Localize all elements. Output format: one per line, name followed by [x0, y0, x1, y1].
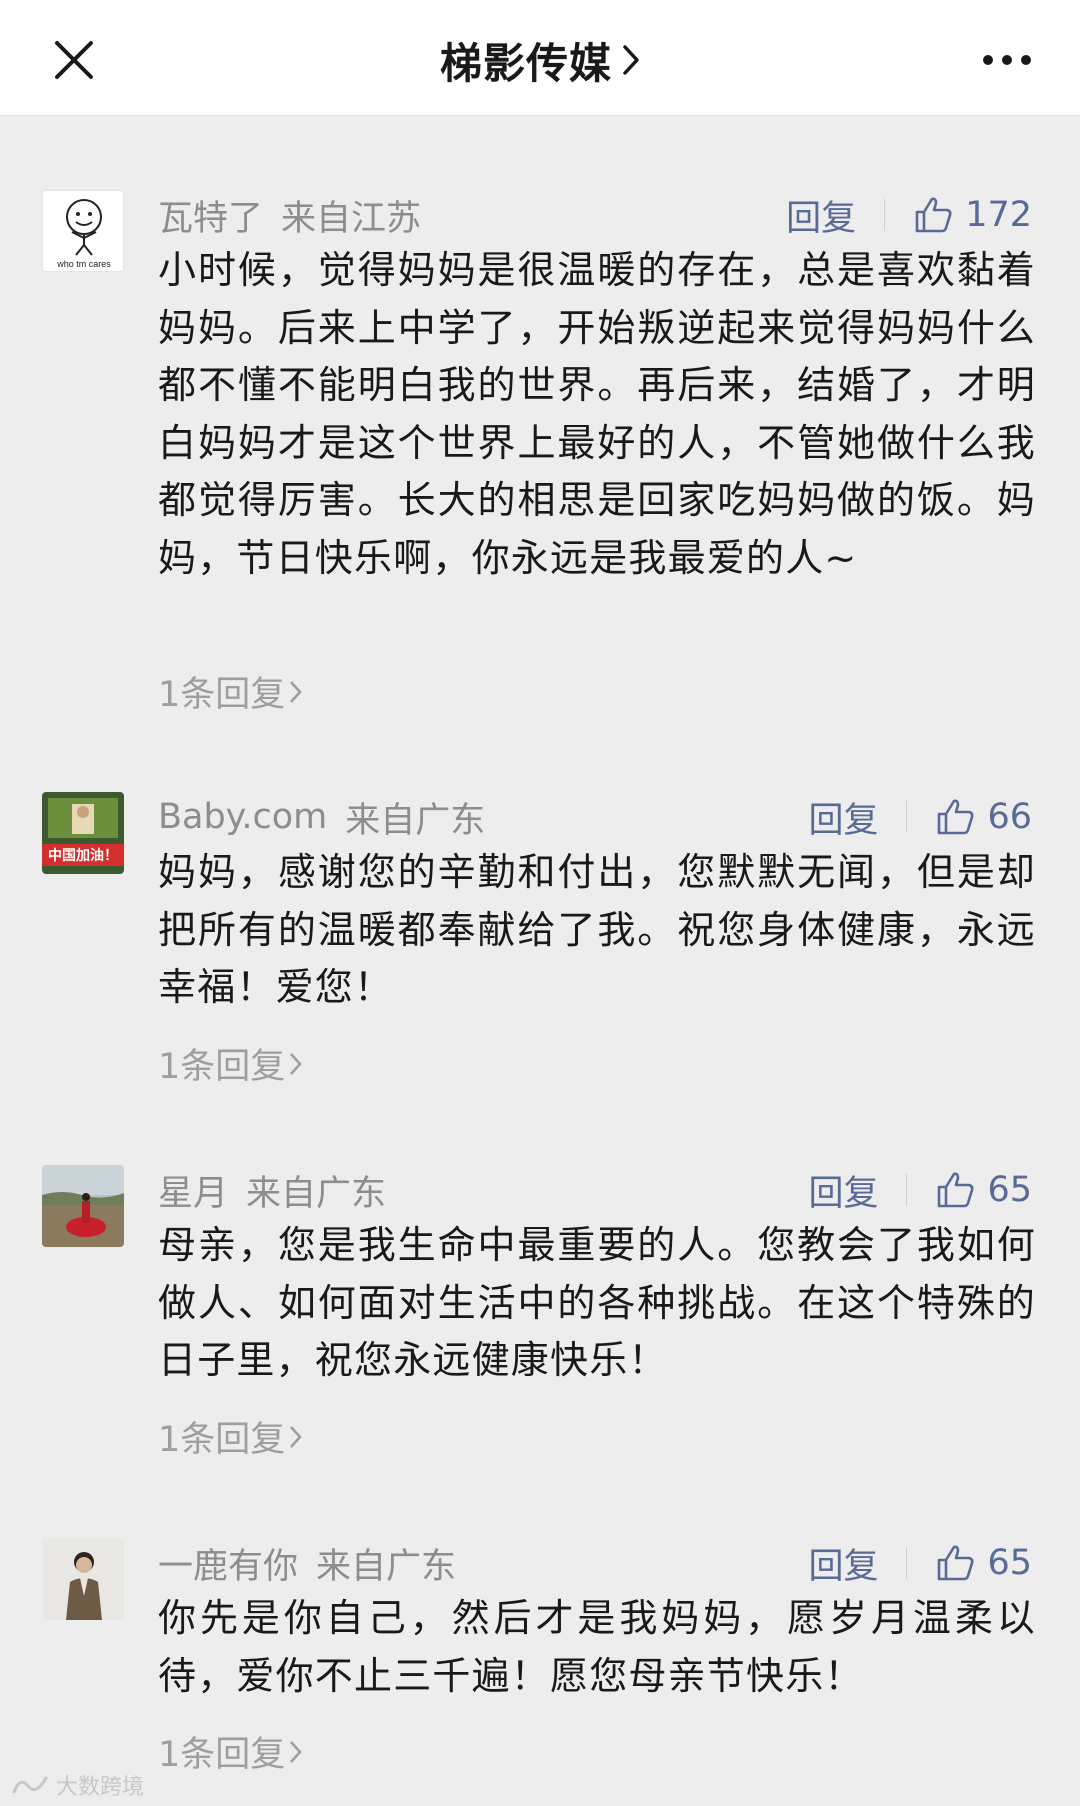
- avatar-caption: 中国加油！: [48, 847, 118, 864]
- divider: [906, 1174, 908, 1206]
- sub-replies-label: 1条回复: [158, 1047, 286, 1087]
- comment-text: 你先是你自己，然后才是我妈妈，愿岁月温柔以待，爱你不止三千遍！愿您母亲节快乐！: [158, 1596, 1036, 1698]
- more-button[interactable]: [972, 30, 1042, 90]
- chevron-right-icon: [623, 45, 639, 75]
- watermark: 大数跨境: [10, 1770, 144, 1800]
- comment-text: 妈妈，感谢您的辛勤和付出，您默默无闻，但是却把所有的温暖都奉献给了我。祝您身体健…: [158, 850, 1036, 1009]
- username[interactable]: 星月: [158, 1165, 228, 1216]
- sub-replies-link[interactable]: 1条回复: [158, 666, 303, 717]
- sub-replies-label: 1条回复: [158, 675, 286, 715]
- thumbs-up-icon: [915, 197, 952, 233]
- chevron-right-icon: [290, 680, 302, 703]
- avatar[interactable]: [42, 1538, 124, 1620]
- comment-meta: 一鹿有你 来自广东: [158, 1538, 456, 1588]
- comment-actions: 回复 172: [786, 190, 1032, 240]
- more-icon: [983, 55, 1031, 65]
- like-button[interactable]: 172: [913, 195, 1032, 235]
- avatar[interactable]: [42, 1165, 124, 1247]
- like-button[interactable]: 65: [935, 1170, 1032, 1210]
- thumbs-up-icon: [938, 799, 974, 835]
- reply-button[interactable]: 回复: [808, 1165, 878, 1216]
- chevron-right-icon: [290, 1052, 302, 1075]
- avatar[interactable]: 中国加油！: [42, 792, 124, 874]
- avatar-caption: who tm cares: [56, 259, 111, 269]
- username[interactable]: Baby.com: [158, 797, 327, 837]
- thumbs-up-icon: [938, 1545, 974, 1581]
- sub-replies-link[interactable]: 1条回复: [158, 1038, 303, 1089]
- divider: [906, 801, 908, 833]
- username[interactable]: 瓦特了: [158, 190, 263, 241]
- like-count: 65: [987, 1170, 1032, 1210]
- comment-actions: 回复 65: [808, 1165, 1032, 1215]
- reply-button[interactable]: 回复: [808, 792, 878, 843]
- sub-replies-label: 1条回复: [158, 1735, 286, 1775]
- sub-replies-label: 1条回复: [158, 1420, 286, 1460]
- location: 来自广东: [246, 1173, 387, 1214]
- like-count: 66: [987, 797, 1032, 837]
- like-button[interactable]: 66: [935, 797, 1032, 837]
- comment-actions: 回复 65: [808, 1538, 1032, 1588]
- comment-text: 小时候，觉得妈妈是很温暖的存在，总是喜欢黏着妈妈。后来上中学了，开始叛逆起来觉得…: [158, 248, 1036, 580]
- comment-actions: 回复 66: [808, 792, 1032, 842]
- watermark-text: 大数跨境: [56, 1775, 145, 1800]
- page-title: 梯影传媒: [439, 38, 612, 88]
- account-title-link[interactable]: 梯影传媒: [0, 30, 1080, 90]
- sub-replies-link[interactable]: 1条回复: [158, 1411, 303, 1462]
- like-count: 65: [987, 1543, 1032, 1583]
- comment-meta: 瓦特了 来自江苏: [158, 190, 421, 240]
- like-button[interactable]: 65: [935, 1543, 1032, 1583]
- location: 来自广东: [345, 800, 486, 841]
- location: 来自广东: [316, 1546, 457, 1587]
- location: 来自江苏: [281, 198, 422, 239]
- username[interactable]: 一鹿有你: [158, 1538, 298, 1589]
- divider: [906, 1547, 908, 1579]
- like-count: 172: [965, 195, 1032, 235]
- watermark-logo-icon: [12, 1776, 48, 1794]
- sub-replies-link[interactable]: 1条回复: [158, 1726, 303, 1777]
- comment-meta: 星月 来自广东: [158, 1165, 386, 1215]
- divider: [884, 199, 886, 231]
- comment-text: 母亲，您是我生命中最重要的人。您教会了我如何做人、如何面对生活中的各种挑战。在这…: [158, 1223, 1036, 1382]
- chevron-right-icon: [290, 1425, 302, 1448]
- avatar[interactable]: who tm cares: [42, 190, 124, 272]
- reply-button[interactable]: 回复: [786, 190, 856, 241]
- comment-meta: Baby.com 来自广东: [158, 792, 485, 842]
- top-bar: 梯影传媒: [0, 0, 1080, 116]
- thumbs-up-icon: [938, 1172, 974, 1208]
- reply-button[interactable]: 回复: [808, 1538, 878, 1589]
- chevron-right-icon: [290, 1740, 302, 1763]
